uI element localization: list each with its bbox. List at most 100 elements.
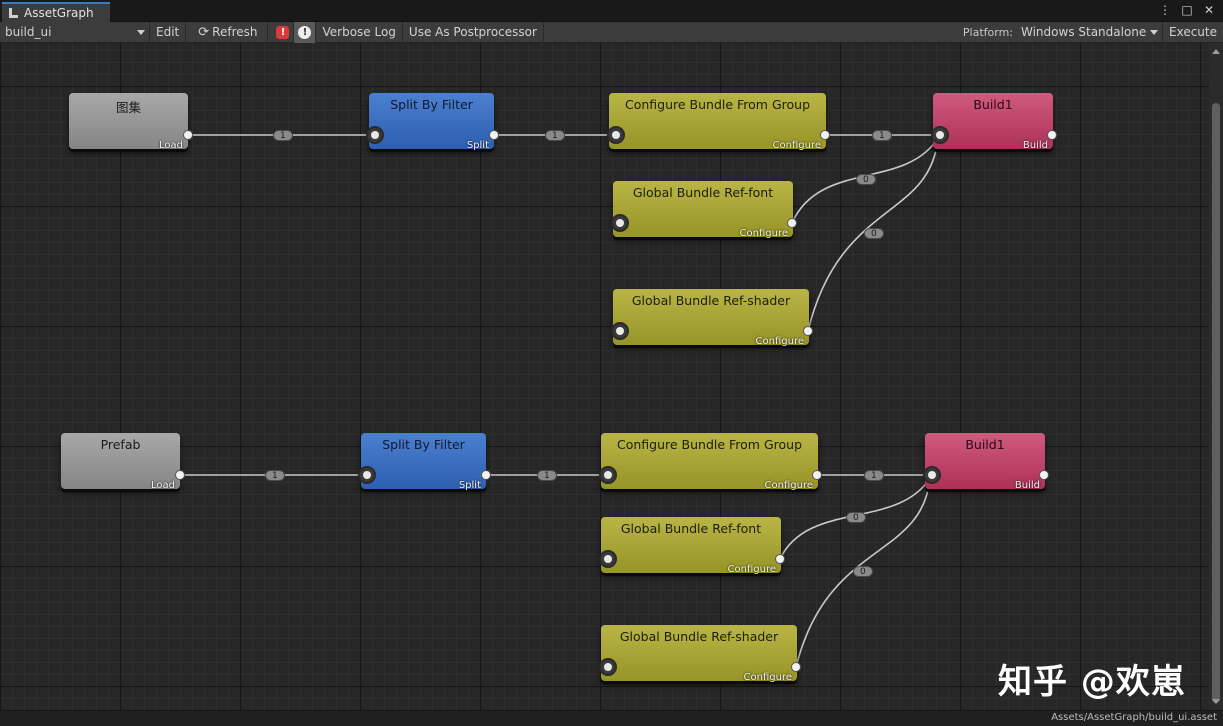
edge-count-badge[interactable]: 1 (273, 130, 293, 141)
output-port[interactable] (481, 470, 491, 480)
edge-count-badge[interactable]: 1 (872, 130, 892, 141)
node-title: Prefab (100, 437, 141, 452)
node-kind: Build (1022, 140, 1048, 151)
input-port[interactable] (599, 466, 617, 484)
node-title: Configure Bundle From Group (616, 437, 803, 452)
node-title: Global Bundle Ref-font (632, 185, 774, 200)
node-title: Build1 (973, 97, 1013, 112)
output-port[interactable] (775, 554, 785, 564)
platform-dropdown[interactable]: Windows Standalone(64 (1017, 21, 1163, 43)
edge-count-badge[interactable]: 0 (853, 566, 873, 577)
build-node[interactable]: Build1 Build (933, 93, 1053, 151)
configure-ref-font-node[interactable]: Global Bundle Ref-font Configure (613, 181, 793, 239)
chevron-down-icon (1150, 29, 1158, 35)
chevron-down-icon (137, 29, 145, 35)
toolbar-right-group: Platform: Windows Standalone(64 Execute (962, 21, 1223, 43)
refresh-label: Refresh (212, 25, 258, 39)
node-title: Configure Bundle From Group (624, 97, 811, 112)
edit-button[interactable]: Edit (150, 21, 187, 43)
configure-group-node[interactable]: Configure Bundle From Group Configure (609, 93, 826, 151)
refresh-icon: ⟳ (198, 24, 210, 40)
maximize-icon[interactable]: □ (1181, 3, 1193, 17)
configure-ref-shader-node[interactable]: Global Bundle Ref-shader Configure (613, 289, 809, 347)
edge-count-badge[interactable]: 1 (537, 470, 557, 481)
node-title: Global Bundle Ref-font (620, 521, 762, 536)
show-errors-toggle[interactable]: ! (272, 21, 295, 43)
close-icon[interactable]: ✕ (1203, 3, 1215, 17)
load-node[interactable]: 图集 Load (69, 93, 188, 151)
window-controls: ⋮ □ ✕ (1159, 3, 1215, 17)
watermark-text: 知乎 @欢崽 (998, 662, 1186, 702)
error-icon: ! (276, 25, 290, 39)
graph-select-value: build_ui (5, 25, 52, 39)
node-title: Global Bundle Ref-shader (631, 293, 791, 308)
tab-bar: AssetGraph ⋮ □ ✕ (0, 0, 1223, 22)
output-port[interactable] (1039, 470, 1049, 480)
edge-count-badge[interactable]: 1 (545, 130, 565, 141)
vertical-scrollbar[interactable] (1209, 43, 1223, 710)
node-kind: Split (466, 140, 489, 151)
output-port[interactable] (183, 130, 193, 140)
input-port[interactable] (931, 126, 949, 144)
show-warnings-toggle[interactable]: ! (294, 21, 317, 43)
input-port[interactable] (599, 550, 617, 568)
scroll-down-arrow-icon[interactable] (1212, 699, 1220, 704)
output-port[interactable] (787, 218, 797, 228)
execute-button[interactable]: Execute (1163, 22, 1223, 43)
output-port[interactable] (803, 326, 813, 336)
tab-asset-graph[interactable]: AssetGraph (2, 2, 110, 22)
input-port[interactable] (923, 466, 941, 484)
input-port[interactable] (607, 126, 625, 144)
node-kind: Configure (772, 140, 821, 151)
node-kind: Configure (727, 564, 776, 575)
toolbar: build_ui Edit ⟳ Refresh ! ! Verbose Log … (0, 21, 1223, 43)
configure-ref-shader-node[interactable]: Global Bundle Ref-shader Configure (601, 625, 797, 683)
input-port[interactable] (358, 466, 376, 484)
output-port[interactable] (489, 130, 499, 140)
configure-ref-font-node[interactable]: Global Bundle Ref-font Configure (601, 517, 781, 575)
node-title: 图集 (115, 100, 141, 115)
warning-icon: ! (298, 25, 312, 39)
output-port[interactable] (812, 470, 822, 480)
build-node[interactable]: Build1 Build (925, 433, 1045, 491)
input-port[interactable] (599, 658, 617, 676)
node-kind: Configure (743, 672, 792, 683)
output-port[interactable] (175, 470, 185, 480)
edge-count-badge[interactable]: 0 (856, 174, 876, 185)
scroll-up-arrow-icon[interactable] (1212, 49, 1220, 54)
scrollbar-thumb[interactable] (1212, 103, 1220, 703)
output-port[interactable] (820, 130, 830, 140)
use-as-postprocessor-toggle[interactable]: Use As Postprocessor (403, 21, 544, 43)
platform-label: Platform: (962, 25, 1013, 39)
refresh-button[interactable]: ⟳ Refresh (186, 21, 269, 43)
node-kind: Load (159, 140, 183, 151)
node-kind: Load (151, 480, 175, 491)
graph-tab-icon (8, 7, 19, 19)
load-node[interactable]: Prefab Load (61, 433, 180, 491)
asset-path: Assets/AssetGraph/build_ui.asset (1051, 712, 1217, 723)
input-port[interactable] (366, 126, 384, 144)
graph-select-dropdown[interactable]: build_ui (0, 21, 150, 43)
edge-count-badge[interactable]: 1 (265, 470, 285, 481)
output-port[interactable] (791, 662, 801, 672)
input-port[interactable] (611, 214, 629, 232)
tab-title: AssetGraph (24, 6, 94, 20)
node-kind: Configure (755, 336, 804, 347)
status-bar: Assets/AssetGraph/build_ui.asset (0, 710, 1223, 726)
asset-graph-window: AssetGraph ⋮ □ ✕ build_ui Edit ⟳ Refresh… (0, 0, 1223, 726)
output-port[interactable] (1047, 130, 1057, 140)
node-kind: Build (1014, 480, 1040, 491)
configure-group-node[interactable]: Configure Bundle From Group Configure (601, 433, 818, 491)
node-kind: Split (458, 480, 481, 491)
node-kind: Configure (764, 480, 813, 491)
node-title: Build1 (965, 437, 1005, 452)
split-node[interactable]: Split By Filter Split (361, 433, 486, 491)
edge-count-badge[interactable]: 1 (864, 470, 884, 481)
verbose-log-toggle[interactable]: Verbose Log (316, 21, 403, 43)
edge-count-badge[interactable]: 0 (864, 228, 884, 239)
edge-count-badge[interactable]: 0 (846, 512, 866, 523)
more-options-icon[interactable]: ⋮ (1159, 3, 1171, 17)
node-title: Split By Filter (390, 97, 473, 112)
split-node[interactable]: Split By Filter Split (369, 93, 494, 151)
input-port[interactable] (611, 322, 629, 340)
